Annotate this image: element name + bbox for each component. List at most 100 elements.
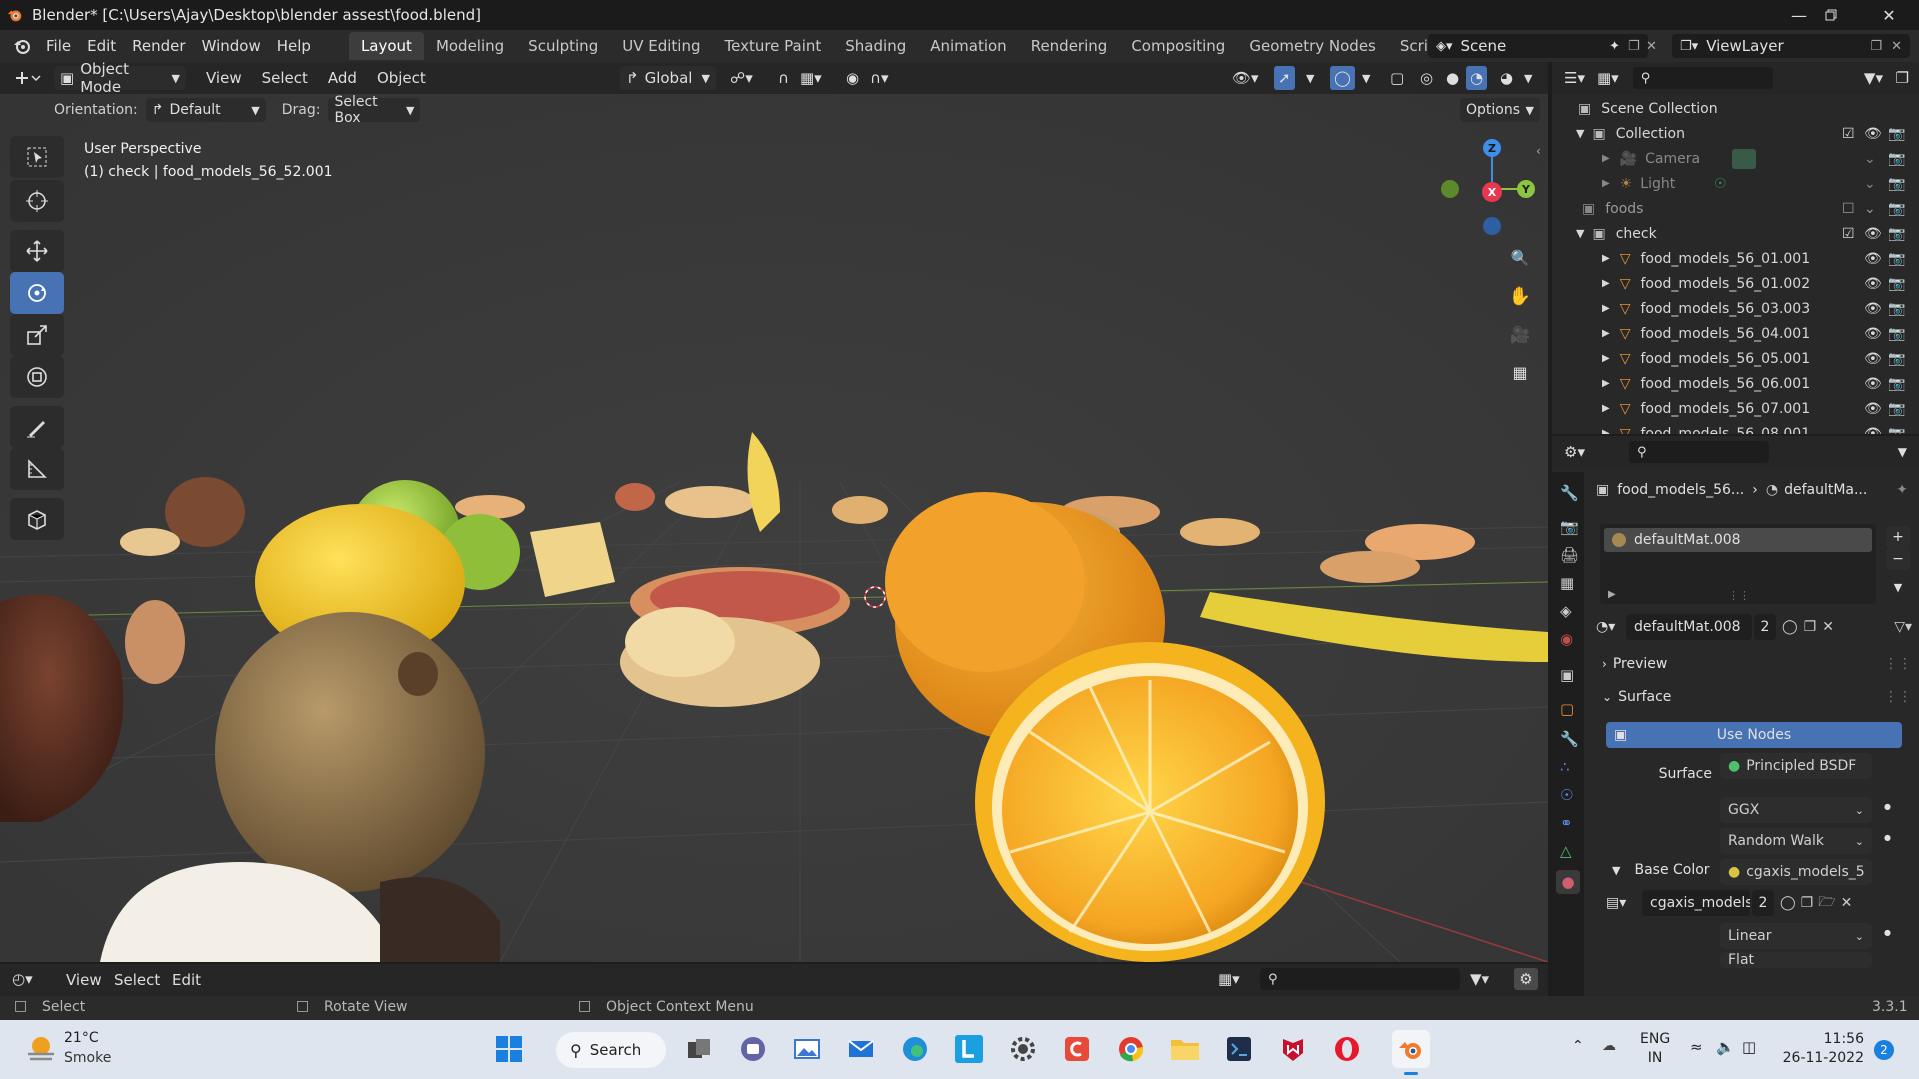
subsurface-method-dropdown[interactable]: Random Walk ⌄ [1720, 828, 1872, 854]
keyframe-dot-icon[interactable]: ● [1884, 833, 1891, 842]
remove-slot-button[interactable]: − [1886, 548, 1910, 570]
photos-app-icon[interactable] [788, 1030, 826, 1068]
outliner-row-object[interactable]: ▶ ▽ food_models_56_01.001 👁 📷 [1552, 246, 1919, 271]
material-users-count[interactable]: 2 [1754, 614, 1776, 640]
tab-shading[interactable]: Shading [833, 32, 918, 60]
rotate-tool[interactable] [10, 272, 64, 314]
properties-search-input[interactable]: ⚲ [1628, 441, 1769, 463]
outliner-row-collection[interactable]: ▼ ▣ Collection ☑ 👁 📷 [1552, 121, 1919, 146]
tab-modeling[interactable]: Modeling [424, 32, 516, 60]
timeline-editor-icon[interactable]: ◴▾ [12, 970, 33, 988]
outliner-row-foods[interactable]: ▣ foods ☐ ⌄ 📷 [1552, 196, 1919, 221]
menu-add[interactable]: Add [322, 66, 363, 90]
outliner-row-object[interactable]: ▶ ▽ food_models_56_05.001 👁 📷 [1552, 346, 1919, 371]
taskbar-search-button[interactable]: ⚲ Search [556, 1032, 666, 1068]
wireframe-shading-icon[interactable]: ◎ [1414, 66, 1439, 90]
new-scene-icon[interactable]: ❐ [1628, 39, 1640, 54]
tray-network-off-icon[interactable]: ☁ [1602, 1038, 1616, 1054]
camera-render-icon[interactable]: 📷 [1888, 351, 1905, 367]
slot-specials-button[interactable]: ▼ [1886, 576, 1910, 598]
outliner-row-object[interactable]: ▶ ▽ food_models_56_04.001 👁 📷 [1552, 321, 1919, 346]
checkbox-icon[interactable]: ☑ [1842, 126, 1855, 142]
close-window-button[interactable]: ✕ [1864, 0, 1914, 30]
menu-render[interactable]: Render [124, 33, 193, 59]
maximize-button[interactable] [1806, 0, 1856, 30]
expand-arrow-icon[interactable]: ▶ [1602, 253, 1610, 264]
scene-selector[interactable]: ◈▾ Scene ✦ [1428, 34, 1648, 58]
timeline-menu-edit[interactable]: Edit [166, 968, 207, 992]
perspective-toggle-icon[interactable]: ▦ [1506, 358, 1534, 386]
keyframe-dot-icon[interactable]: ● [1884, 928, 1891, 937]
drag-grip-icon[interactable]: ⋮⋮ [1884, 656, 1912, 672]
camera-render-icon[interactable]: 📷 [1888, 151, 1905, 167]
unlink-image-icon[interactable]: ✕ [1841, 895, 1853, 911]
camera-render-icon[interactable]: 📷 [1888, 176, 1905, 192]
timeline-menu-select[interactable]: Select [108, 968, 166, 992]
add-cube-tool[interactable] [10, 498, 64, 540]
drag-dropdown[interactable]: Select Box ▼ [328, 94, 421, 126]
expand-arrow-icon[interactable]: ▼ [1576, 227, 1584, 240]
visibility-icon[interactable]: 👁▾ [1226, 66, 1265, 90]
move-tool[interactable] [10, 230, 64, 272]
sidebar-toggle-icon[interactable]: ‹ [1536, 144, 1541, 158]
surface-panel-header[interactable]: ⌄ Surface ⋮⋮ [1596, 685, 1912, 709]
transform-orientation-dropdown[interactable]: ↱ Global ▼ [620, 66, 716, 90]
outliner-search-input[interactable]: ⚲ [1632, 67, 1773, 89]
menu-view[interactable]: View [200, 66, 248, 90]
navigation-gizmo[interactable]: Z Y X [1430, 134, 1540, 244]
timeline-menu-view[interactable]: View [60, 968, 108, 992]
l-app-icon[interactable] [950, 1030, 988, 1068]
eye-closed-icon[interactable]: ⌄ [1864, 151, 1876, 167]
xray-toggle-icon[interactable]: ▢ [1384, 66, 1410, 90]
use-nodes-button[interactable]: ▣ Use Nodes [1606, 722, 1902, 748]
image-users-count[interactable]: 2 [1752, 890, 1774, 916]
render-tab-icon[interactable]: 📷 [1560, 518, 1579, 536]
edge-browser-icon[interactable] [896, 1030, 934, 1068]
menu-window[interactable]: Window [194, 33, 269, 59]
view-layer-tab-icon[interactable]: ▦ [1560, 574, 1574, 592]
collection-tab-icon[interactable]: ▣ [1560, 666, 1574, 684]
fake-user-shield-icon[interactable]: ◯ [1780, 895, 1796, 911]
outliner-row-object[interactable]: ▶ ▽ food_models_56_03.003 👁 📷 [1552, 296, 1919, 321]
outliner-row-object[interactable]: ▶ ▽ food_models_56_08.001 👁 📷 [1552, 421, 1919, 435]
filter-icon[interactable]: ▼▾ [1470, 970, 1489, 988]
measure-tool[interactable] [10, 448, 64, 490]
orientation-dropdown[interactable]: ↱ Default ▼ [145, 98, 266, 122]
snap-magnet-icon[interactable]: ∩ [772, 66, 795, 90]
display-grid-icon[interactable]: ▦▾ [1218, 970, 1240, 988]
proportional-edit-icon[interactable]: ◉ [840, 66, 865, 90]
cursor-tool[interactable] [10, 180, 64, 222]
start-button[interactable] [490, 1030, 528, 1068]
drag-grip-icon[interactable]: ⋮⋮ [1884, 689, 1912, 705]
teams-chat-icon[interactable] [734, 1030, 772, 1068]
constraints-tab-icon[interactable]: ⚭ [1560, 814, 1573, 832]
file-explorer-icon[interactable] [1166, 1030, 1204, 1068]
camera-render-icon[interactable]: 📷 [1888, 326, 1905, 342]
filter-icon[interactable]: ▼▾ [1864, 69, 1883, 87]
expand-arrow-icon[interactable]: ▶ [1602, 403, 1610, 414]
tab-geometry-nodes[interactable]: Geometry Nodes [1237, 32, 1388, 60]
shading-options-icon[interactable]: ▼ [1518, 66, 1538, 90]
menu-edit[interactable]: Edit [79, 33, 124, 59]
expand-arrow-icon[interactable]: ▶ [1602, 278, 1610, 289]
display-mode-icon[interactable]: ▦▾ [1597, 69, 1619, 87]
properties-editor-icon[interactable]: ⚙▾ [1564, 443, 1585, 461]
tab-layout[interactable]: Layout [348, 32, 424, 60]
object-tab-icon[interactable]: ▢ [1560, 700, 1574, 718]
chevron-down-icon[interactable]: ▼ [1356, 66, 1376, 90]
scene-tab-icon[interactable]: ◈ [1560, 602, 1572, 620]
expand-arrow-icon[interactable]: ▼ [1576, 127, 1584, 140]
expand-arrow-icon[interactable]: ▶ [1608, 589, 1616, 600]
settings-gear-icon[interactable]: ⚙ [1514, 968, 1538, 990]
rendered-shading-icon[interactable]: ◕ [1494, 66, 1519, 90]
3d-viewport[interactable] [0, 62, 1548, 962]
output-tab-icon[interactable]: 🖨 [1560, 546, 1579, 564]
distribution-dropdown[interactable]: GGX ⌄ [1720, 797, 1872, 823]
base-color-input[interactable]: ● cgaxis_models_56... [1720, 859, 1872, 885]
outliner-row-object[interactable]: ▶ ▽ food_models_56_07.001 👁 📷 [1552, 396, 1919, 421]
pin-icon[interactable]: ✦ [1609, 39, 1620, 54]
battery-icon[interactable]: ◫ [1742, 1038, 1756, 1056]
menu-help[interactable]: Help [269, 33, 319, 59]
mcafee-icon[interactable] [1274, 1030, 1312, 1068]
material-tab-icon[interactable]: ● [1556, 870, 1580, 894]
